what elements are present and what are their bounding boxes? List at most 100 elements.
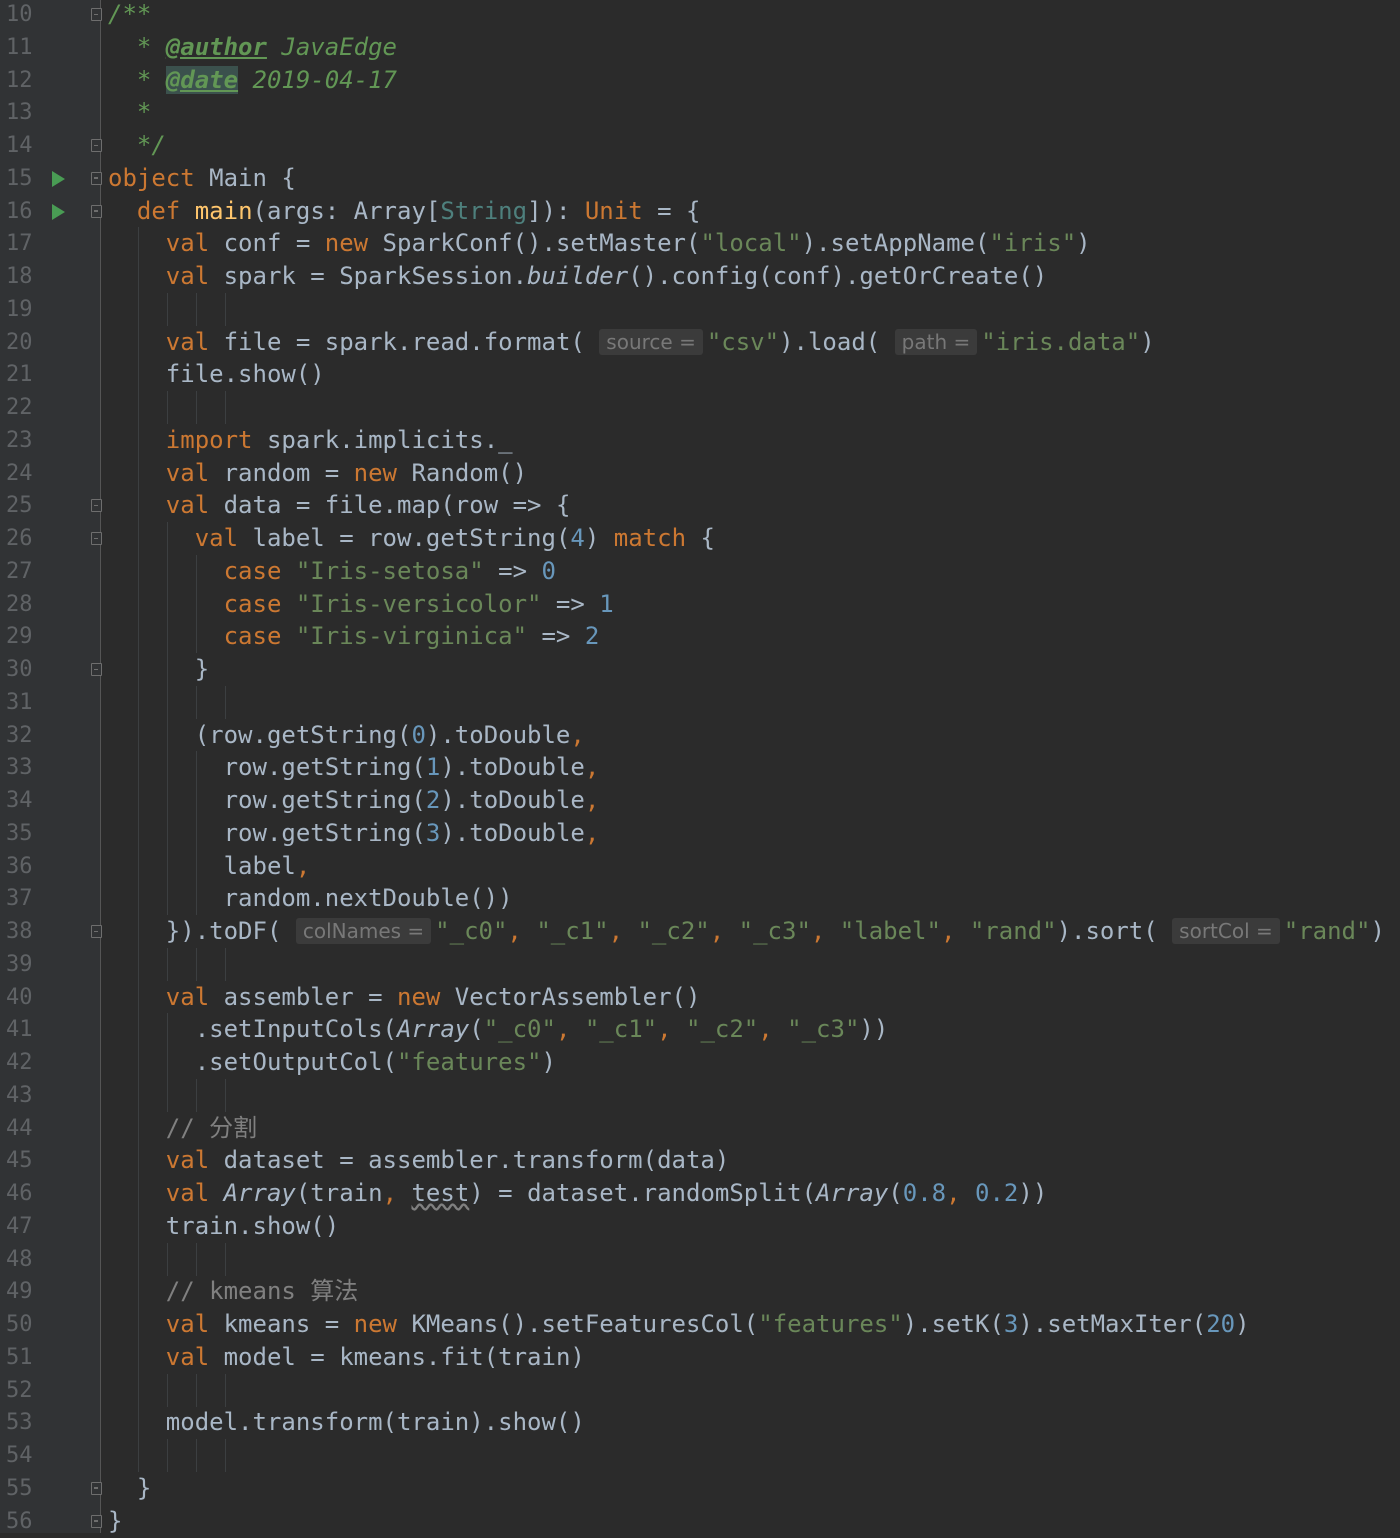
code-line[interactable]: } bbox=[108, 1472, 151, 1505]
line-number: 42 bbox=[6, 1050, 33, 1075]
code-line[interactable]: val random = new Random() bbox=[108, 457, 527, 490]
code-line[interactable]: case "Iris-setosa" => 0 bbox=[108, 555, 556, 588]
code-line[interactable]: // kmeans 算法 bbox=[108, 1275, 359, 1308]
gutter-line: 20 bbox=[0, 326, 100, 359]
code-token: file = spark.read.format( bbox=[209, 327, 600, 356]
code-line[interactable]: val label = row.getString(4) match { bbox=[108, 522, 715, 555]
gutter-line: 15 bbox=[0, 162, 102, 195]
code-token: ().config(conf).getOrCreate() bbox=[628, 262, 1048, 290]
fold-marker-icon[interactable] bbox=[91, 1514, 102, 1528]
fold-marker-icon[interactable] bbox=[91, 139, 102, 152]
code-line[interactable]: val Array(train, test) = dataset.randomS… bbox=[108, 1177, 1047, 1210]
code-line[interactable]: * @date 2019-04-17 bbox=[108, 64, 397, 97]
fold-marker-icon[interactable] bbox=[91, 663, 102, 676]
code-line[interactable]: row.getString(1).toDouble, bbox=[108, 751, 600, 784]
line-number: 47 bbox=[6, 1213, 33, 1239]
code-token: model = kmeans.fit(train) bbox=[209, 1342, 585, 1371]
code-line[interactable]: val model = kmeans.fit(train) bbox=[108, 1341, 585, 1374]
code-token: ).setAppName( bbox=[801, 229, 990, 258]
code-line[interactable]: random.nextDouble()) bbox=[108, 882, 513, 915]
fold-marker-icon[interactable] bbox=[91, 8, 102, 21]
code-line[interactable]: val conf = new SparkConf().setMaster("lo… bbox=[108, 227, 1091, 260]
code-token: ) = dataset.randomSplit( bbox=[469, 1179, 817, 1207]
code-area[interactable]: /** * @author JavaEdge * @date 2019-04-1… bbox=[108, 0, 1400, 1535]
code-line[interactable]: * @author JavaEdge bbox=[108, 31, 397, 64]
code-line[interactable]: val dataset = assembler.transform(data) bbox=[108, 1144, 730, 1177]
code-line[interactable]: model.transform(train).show() bbox=[108, 1406, 585, 1439]
code-token: ) bbox=[1076, 229, 1091, 258]
code-token: JavaEdge bbox=[266, 32, 397, 61]
code-token: )) bbox=[859, 1015, 889, 1044]
code-token: val bbox=[165, 1179, 210, 1207]
code-token: } bbox=[108, 655, 210, 683]
code-line[interactable]: row.getString(3).toDouble, bbox=[108, 817, 600, 850]
run-icon[interactable] bbox=[52, 170, 65, 187]
line-number: 25 bbox=[6, 493, 33, 519]
run-icon[interactable] bbox=[52, 203, 65, 220]
code-token: ) bbox=[584, 524, 614, 552]
code-line[interactable]: label, bbox=[108, 850, 311, 883]
code-token: @date bbox=[165, 65, 239, 94]
line-number-gutter[interactable]: 10 11 12 13 14 15 16 17 18 19 20 21 22 23 24 25 26 27 28 29… bbox=[0, 0, 102, 1534]
fold-marker-icon[interactable] bbox=[91, 925, 102, 938]
code-line[interactable]: val file = spark.read.format( source = "c… bbox=[108, 326, 1155, 359]
gutter-line: 10 bbox=[0, 0, 102, 31]
indent-guide bbox=[224, 947, 226, 981]
code-line[interactable]: val assembler = new VectorAssembler() bbox=[108, 981, 701, 1014]
code-token: def bbox=[136, 196, 181, 225]
code-line[interactable]: case "Iris-versicolor" => 1 bbox=[108, 588, 614, 621]
gutter-line: 12 bbox=[0, 64, 100, 97]
code-token: 4 bbox=[570, 524, 585, 552]
code-line[interactable]: // 分割 bbox=[108, 1112, 257, 1145]
code-line[interactable]: def main(args: Array[String]): Unit = { bbox=[108, 195, 701, 228]
fold-marker-icon[interactable] bbox=[91, 204, 102, 218]
code-line[interactable]: /** bbox=[108, 0, 151, 31]
fold-marker-icon[interactable] bbox=[91, 532, 102, 545]
code-line[interactable]: case "Iris-virginica" => 2 bbox=[108, 620, 600, 653]
parameter-hint: path = bbox=[894, 328, 978, 355]
code-line[interactable]: (row.getString(0).toDouble, bbox=[108, 719, 585, 752]
code-line[interactable]: file.show() bbox=[108, 358, 325, 391]
line-number: 31 bbox=[6, 689, 33, 715]
gutter-line: 31 bbox=[0, 686, 100, 719]
gutter-line: 32 bbox=[0, 719, 100, 752]
fold-marker-icon[interactable] bbox=[91, 1481, 102, 1495]
code-line[interactable]: row.getString(2).toDouble, bbox=[108, 784, 600, 817]
code-line[interactable]: val spark = SparkSession.builder().confi… bbox=[108, 260, 1047, 293]
code-line[interactable]: }).toDF( colNames = "_c0", "_c1", "_c2", … bbox=[108, 915, 1385, 948]
code-line[interactable]: .setOutputCol("features") bbox=[108, 1046, 556, 1079]
code-token: "features" bbox=[758, 1310, 903, 1338]
code-token: case bbox=[223, 589, 282, 618]
fold-marker-icon[interactable] bbox=[91, 499, 102, 513]
code-line[interactable]: train.show() bbox=[108, 1210, 339, 1243]
code-line[interactable]: val kmeans = new KMeans().setFeaturesCol… bbox=[108, 1308, 1250, 1341]
code-line[interactable]: */ bbox=[108, 129, 166, 162]
code-line[interactable]: * bbox=[108, 96, 151, 129]
code-line[interactable]: .setInputCols(Array("_c0", "_c1", "_c2",… bbox=[108, 1013, 889, 1046]
line-number: 26 bbox=[6, 526, 33, 551]
code-token: "_c2" bbox=[637, 917, 710, 945]
code-token: "rand" bbox=[1283, 917, 1371, 945]
fold-marker-icon[interactable] bbox=[91, 171, 102, 185]
indent-guide bbox=[137, 947, 139, 981]
code-token: random = bbox=[209, 458, 354, 487]
code-token: VectorAssembler() bbox=[440, 982, 701, 1011]
code-token: "label" bbox=[839, 917, 941, 945]
gutter-line: 26 bbox=[0, 522, 102, 555]
code-editor[interactable]: 10 11 12 13 14 15 16 17 18 19 20 21 22 23 24 25 26 27 28 29… bbox=[0, 0, 1400, 1535]
code-token: SparkConf().setMaster( bbox=[368, 229, 701, 258]
code-line[interactable]: object Main { bbox=[108, 162, 296, 195]
code-token: "_c3" bbox=[738, 917, 811, 945]
line-number: 38 bbox=[6, 919, 33, 944]
code-line[interactable]: import spark.implicits._ bbox=[108, 424, 513, 457]
code-line[interactable]: } bbox=[108, 653, 209, 686]
gutter-line: 29 bbox=[0, 620, 100, 653]
code-token: main bbox=[194, 196, 253, 225]
code-line[interactable]: val data = file.map(row => { bbox=[108, 489, 571, 522]
code-token: ).sort( bbox=[1056, 917, 1173, 945]
code-token: ) bbox=[1140, 327, 1155, 356]
parameter-hint: sortCol = bbox=[1172, 918, 1280, 944]
